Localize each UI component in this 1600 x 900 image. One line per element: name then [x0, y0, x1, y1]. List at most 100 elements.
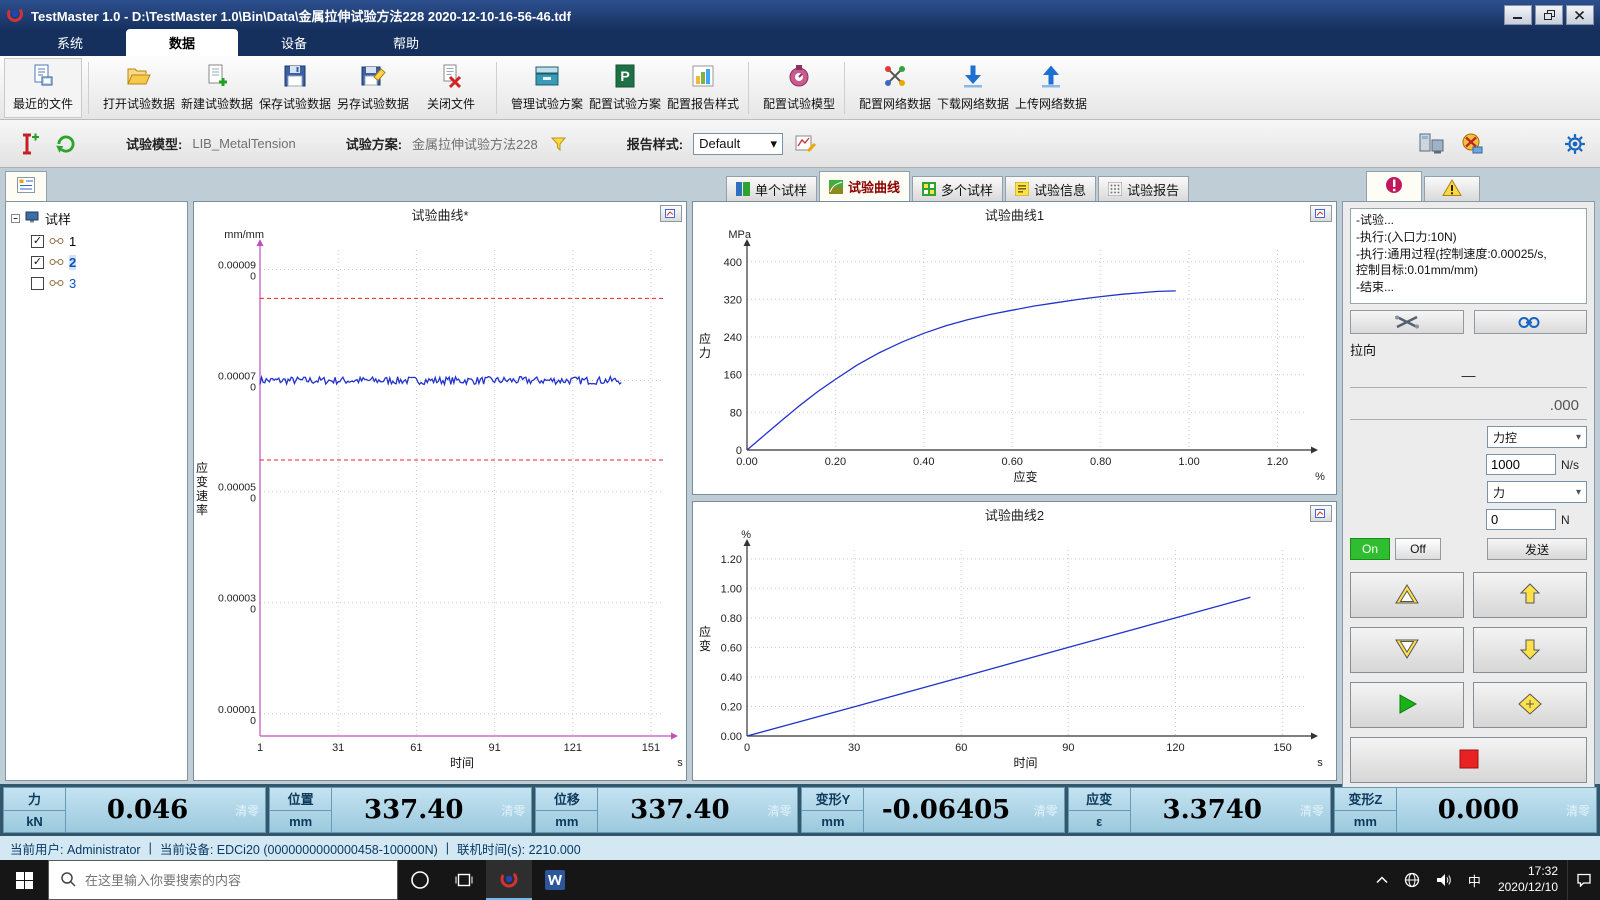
- tab-single-specimen[interactable]: 单个试样: [726, 176, 817, 201]
- device-status-icon[interactable]: [1416, 130, 1448, 158]
- on-button[interactable]: On: [1350, 538, 1390, 560]
- measurement-value-force: 0.046: [66, 788, 229, 832]
- tab-label: 试验报告: [1127, 180, 1179, 199]
- add-specimen-icon[interactable]: [12, 129, 42, 159]
- off-button[interactable]: Off: [1395, 538, 1441, 560]
- taskbar-clock[interactable]: 17:32 2020/12/10: [1489, 860, 1567, 900]
- direction-value: —: [1350, 365, 1587, 388]
- return-button[interactable]: [1473, 682, 1587, 728]
- task-view-button[interactable]: [442, 860, 486, 900]
- toolbar-button-close-file[interactable]: 关闭文件: [412, 58, 490, 118]
- rate-input[interactable]: [1486, 454, 1556, 475]
- specimen-root[interactable]: 试样: [11, 209, 182, 228]
- clear-button-deformation-z[interactable]: 清零: [1560, 788, 1596, 832]
- tab-multi-specimen[interactable]: 多个试样: [912, 176, 1003, 201]
- network-state-icon[interactable]: [1458, 130, 1486, 158]
- tab-warnings[interactable]: [1424, 176, 1480, 201]
- svg-text:31: 31: [332, 742, 344, 754]
- menu-item-1[interactable]: 数据: [126, 29, 238, 56]
- minimize-button[interactable]: [1504, 5, 1532, 25]
- svg-text:0: 0: [250, 493, 256, 505]
- menu-item-0[interactable]: 系统: [14, 29, 126, 56]
- control-mode-select[interactable]: 力控 ▾: [1487, 426, 1587, 448]
- taskbar-search[interactable]: [48, 860, 398, 900]
- menu-item-3[interactable]: 帮助: [350, 29, 462, 56]
- tab-messages[interactable]: [1366, 171, 1422, 201]
- svg-text:91: 91: [488, 742, 500, 754]
- toolbar-button-download-network[interactable]: 下载网络数据: [934, 58, 1012, 118]
- clear-button-displacement[interactable]: 清零: [761, 788, 797, 832]
- filter-icon[interactable]: [548, 134, 569, 154]
- specimen-root-label: 试样: [45, 209, 71, 228]
- chart-tool-button[interactable]: [1310, 505, 1332, 522]
- toolbar-button-config-report[interactable]: 配置报告样式: [664, 58, 742, 118]
- toolbar-button-save-as-data[interactable]: 另存试验数据: [334, 58, 412, 118]
- model-value: LIB_MetalTension: [192, 136, 295, 151]
- measurement-unit: mm: [802, 811, 863, 833]
- specimen-checkbox-3[interactable]: [31, 277, 44, 290]
- clear-button-strain[interactable]: 清零: [1294, 788, 1330, 832]
- toolbar-button-upload-network[interactable]: 上传网络数据: [1012, 58, 1090, 118]
- report-edit-icon[interactable]: [793, 132, 819, 156]
- open-data-icon: [126, 63, 152, 92]
- specimen-item-1[interactable]: ✓1: [31, 234, 182, 249]
- svg-text:151: 151: [642, 742, 660, 754]
- notification-icon[interactable]: [1567, 860, 1600, 900]
- specimen-checkbox-1[interactable]: ✓: [31, 235, 44, 248]
- start-button[interactable]: [0, 860, 48, 900]
- tray-chevron-up-icon[interactable]: [1368, 860, 1396, 900]
- specimen-list-icon: [17, 177, 35, 196]
- clear-button-force[interactable]: 清零: [229, 788, 265, 832]
- jog-up-button[interactable]: [1473, 572, 1587, 618]
- fast-up-button[interactable]: [1350, 572, 1464, 618]
- toolbar-button-open-data[interactable]: 打开试验数据: [100, 58, 178, 118]
- taskbar-app-testmaster[interactable]: [486, 860, 532, 900]
- run-button[interactable]: [1350, 682, 1464, 728]
- disconnect-tools-button[interactable]: [1350, 310, 1464, 334]
- link-button[interactable]: [1474, 310, 1588, 334]
- settings-gear-icon[interactable]: [1562, 131, 1588, 157]
- toolbar-button-recent-file[interactable]: 最近的文件: [4, 58, 82, 118]
- svg-text:0.00: 0.00: [736, 456, 757, 468]
- toolbar-button-manage-plan[interactable]: 管理试验方案: [508, 58, 586, 118]
- toolbar-button-config-plan[interactable]: P配置试验方案: [586, 58, 664, 118]
- refresh-icon[interactable]: [52, 130, 80, 158]
- specimen-checkbox-2[interactable]: ✓: [31, 256, 44, 269]
- tab-test-info[interactable]: 试验信息: [1005, 176, 1096, 201]
- report-style-select[interactable]: Default ▾: [693, 133, 783, 155]
- send-button[interactable]: 发送: [1487, 538, 1587, 560]
- target-mode-select[interactable]: 力 ▾: [1487, 481, 1587, 503]
- toolbar-button-config-network[interactable]: 配置网络数据: [856, 58, 934, 118]
- stop-button[interactable]: [1350, 737, 1587, 783]
- cortana-button[interactable]: [398, 860, 442, 900]
- info-icon: [1015, 182, 1029, 196]
- specimen-item-3[interactable]: 3: [31, 276, 182, 291]
- chart-tool-button[interactable]: [1310, 205, 1332, 222]
- toolbar-button-save-data[interactable]: 保存试验数据: [256, 58, 334, 118]
- jog-down-button[interactable]: [1473, 627, 1587, 673]
- toolbar-button-config-model[interactable]: 配置试验模型: [760, 58, 838, 118]
- taskbar-app-word[interactable]: [532, 860, 578, 900]
- tray-volume-icon[interactable]: [1428, 860, 1460, 900]
- clock-time: 17:32: [1528, 864, 1558, 880]
- restore-button[interactable]: [1535, 5, 1563, 25]
- search-input[interactable]: [85, 873, 386, 888]
- arrow-up-icon: [1518, 582, 1542, 609]
- tab-test-curve[interactable]: 试验曲线: [819, 171, 910, 201]
- download-network-icon: [960, 63, 986, 92]
- chart-tool-button[interactable]: [660, 205, 682, 222]
- menu-item-2[interactable]: 设备: [238, 29, 350, 56]
- target-input[interactable]: [1486, 509, 1556, 530]
- fast-down-button[interactable]: [1350, 627, 1464, 673]
- clear-button-position[interactable]: 清零: [495, 788, 531, 832]
- tab-test-report[interactable]: 试验报告: [1098, 176, 1189, 201]
- tab-specimen-list[interactable]: [5, 171, 47, 201]
- tray-network-icon[interactable]: [1396, 860, 1428, 900]
- clear-button-deformation-y[interactable]: 清零: [1028, 788, 1064, 832]
- specimen-item-2[interactable]: ✓2: [31, 255, 182, 270]
- ime-indicator[interactable]: 中: [1460, 860, 1489, 900]
- toolbar-button-new-data[interactable]: 新建试验数据: [178, 58, 256, 118]
- svg-text:1.00: 1.00: [721, 583, 742, 595]
- expander-icon[interactable]: [11, 211, 20, 226]
- close-button[interactable]: [1566, 5, 1594, 25]
